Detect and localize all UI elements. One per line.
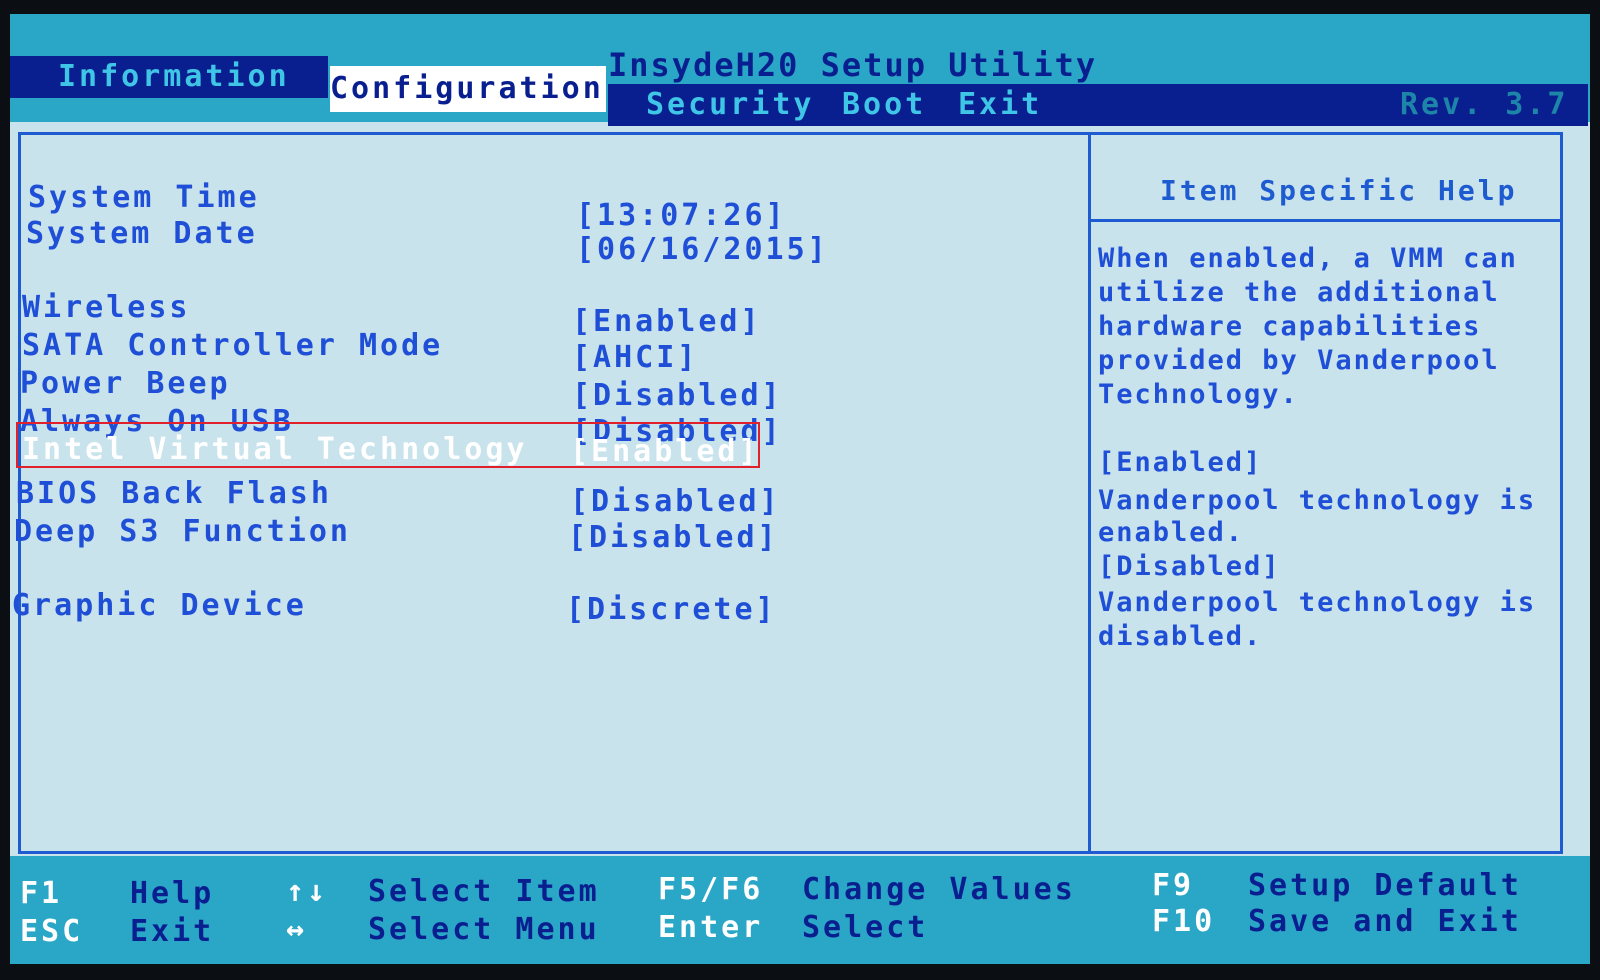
help-line: provided by Vanderpool	[1098, 345, 1500, 376]
setting-label: Power Beep	[20, 366, 231, 401]
help-line: disabled.	[1098, 621, 1263, 652]
key-f10: F10	[1152, 904, 1216, 939]
help-line: Vanderpool technology is	[1098, 485, 1537, 516]
setting-wireless[interactable]: Wireless [Enabled]	[10, 290, 1080, 339]
setting-label: Graphic Device	[12, 588, 307, 623]
left-right-arrows-icon: ↔	[286, 912, 308, 947]
tab-exit[interactable]: Exit	[958, 84, 1042, 126]
help-line: [Enabled]	[1098, 447, 1263, 478]
help-line: Vanderpool technology is	[1098, 587, 1537, 618]
setting-label: SATA Controller Mode	[22, 328, 444, 363]
setting-value[interactable]: [Discrete]	[566, 592, 777, 628]
key-f10-desc: Save and Exit	[1248, 904, 1522, 939]
tab-security[interactable]: Security	[646, 84, 815, 126]
setting-bios-back-flash[interactable]: BIOS Back Flash [Disabled]	[10, 476, 1080, 519]
key-esc-desc: Exit	[130, 914, 215, 949]
key-enter-desc: Select	[802, 910, 929, 945]
up-down-arrows-icon: ↑↓	[286, 874, 329, 909]
top-bar: InsydeH20 Setup Utility Information Conf…	[10, 14, 1590, 126]
help-divider	[1091, 219, 1563, 222]
revision-label: Rev. 3.7	[1400, 87, 1569, 122]
key-f5f6: F5/F6	[658, 872, 764, 907]
setting-label: System Time	[28, 180, 260, 215]
setting-sata-controller-mode[interactable]: SATA Controller Mode [AHCI]	[10, 328, 1080, 375]
key-f9-desc: Setup Default	[1248, 868, 1522, 903]
key-f1: F1	[20, 876, 63, 911]
tab-information[interactable]: Information	[10, 56, 328, 98]
key-f1-desc: Help	[130, 876, 215, 911]
help-line: enabled.	[1098, 517, 1245, 548]
key-f5f6-desc: Change Values	[802, 872, 1076, 907]
setting-system-date[interactable]: System Date [06/16/2015]	[10, 216, 1080, 267]
setting-graphic-device[interactable]: Graphic Device [Discrete]	[10, 588, 1080, 627]
key-legend-bar: F1 Help ESC Exit ↑↓ Select Item ↔ Select…	[10, 856, 1590, 964]
setting-value[interactable]: [06/16/2015]	[576, 232, 829, 268]
setting-power-beep[interactable]: Power Beep [Disabled]	[10, 366, 1080, 413]
setting-deep-s3-function[interactable]: Deep S3 Function [Disabled]	[10, 514, 1080, 555]
key-leftright-desc: Select Menu	[368, 912, 600, 947]
help-line: [Disabled]	[1098, 551, 1281, 582]
help-line: Technology.	[1098, 379, 1299, 410]
setting-label: System Date	[26, 216, 258, 251]
selection-highlight	[16, 422, 760, 468]
help-line: utilize the additional	[1098, 277, 1500, 308]
key-updown-desc: Select Item	[368, 874, 600, 909]
tab-configuration[interactable]: Configuration	[330, 66, 606, 112]
tab-boot[interactable]: Boot	[842, 84, 926, 126]
app-title: InsydeH20 Setup Utility	[608, 46, 1098, 84]
bios-screen: InsydeH20 Setup Utility Information Conf…	[10, 14, 1590, 964]
help-line: hardware capabilities	[1098, 311, 1482, 342]
key-f9: F9	[1152, 868, 1195, 903]
setting-label: BIOS Back Flash	[16, 476, 332, 511]
key-enter: Enter	[658, 910, 764, 945]
tab-strip: Security Boot Exit Rev. 3.7	[608, 84, 1588, 126]
setting-label: Deep S3 Function	[14, 514, 351, 549]
setting-label: Wireless	[22, 290, 191, 325]
setting-value[interactable]: [Disabled]	[568, 520, 779, 556]
help-title: Item Specific Help	[1160, 174, 1518, 207]
key-esc: ESC	[20, 914, 84, 949]
panel-divider	[1088, 132, 1091, 854]
setting-system-time[interactable]: System Time [13:07:26]	[10, 180, 1080, 233]
help-line: When enabled, a VMM can	[1098, 243, 1518, 274]
